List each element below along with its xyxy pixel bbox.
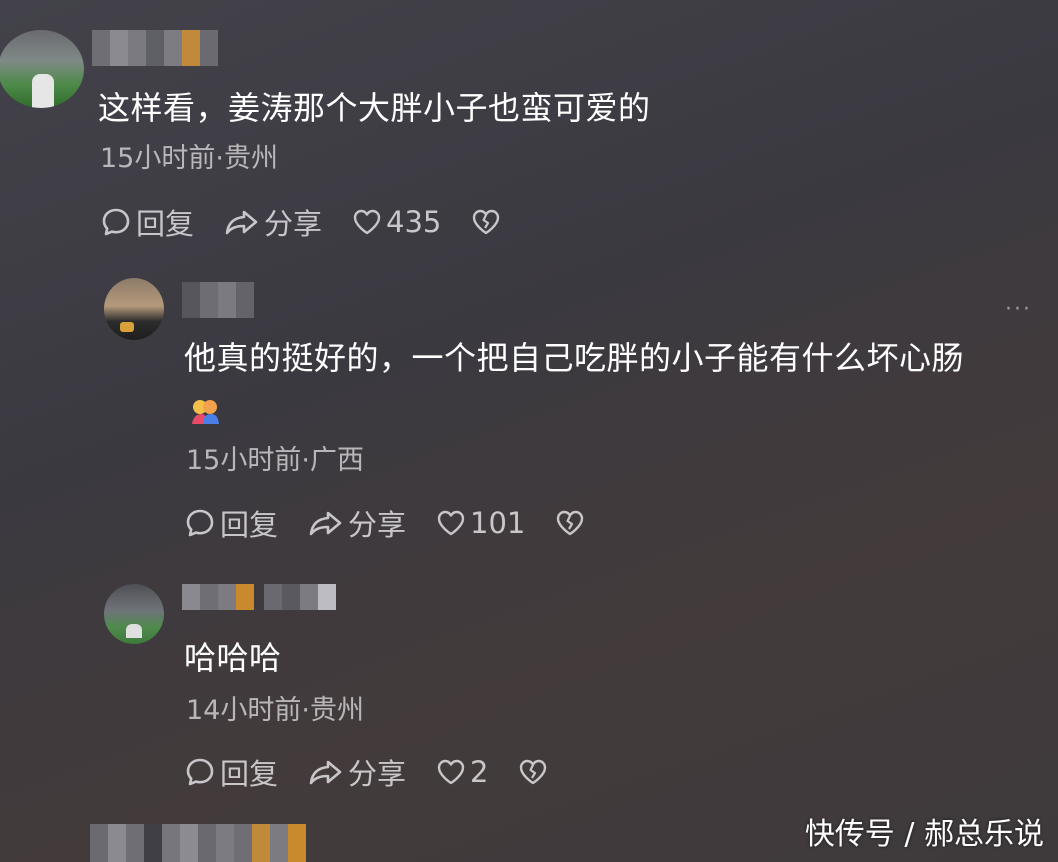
- comment-actions: 回复 分享 2: [184, 752, 578, 792]
- like-button[interactable]: 435: [352, 205, 441, 239]
- like-button[interactable]: 101: [436, 506, 525, 540]
- comment-text: 他真的挺好的，一个把自己吃胖的小子能有什么坏心肠: [184, 339, 965, 377]
- comment-meta: 15小时前·贵州: [100, 143, 278, 174]
- like-count: 2: [470, 755, 489, 789]
- heart-icon: [437, 510, 465, 536]
- avatar[interactable]: [0, 30, 84, 108]
- like-count: 435: [386, 205, 442, 239]
- like-button[interactable]: 2: [436, 755, 488, 789]
- comment-meta: 14小时前·贵州: [186, 695, 364, 726]
- dislike-button[interactable]: [518, 757, 548, 787]
- broken-heart-icon: [557, 510, 584, 536]
- hugging-couple-emoji: [192, 400, 219, 424]
- reply-label: 回复: [220, 757, 279, 791]
- comment-actions: 回复 分享 101: [184, 503, 615, 543]
- reply-label: 回复: [220, 508, 279, 542]
- share-label: 分享: [264, 207, 323, 241]
- share-button[interactable]: 分享: [308, 502, 406, 544]
- like-count: 101: [470, 506, 526, 540]
- reply-button[interactable]: 回复: [100, 201, 194, 243]
- comment-bubble-icon: [102, 208, 130, 236]
- avatar[interactable]: [104, 278, 164, 340]
- share-label: 分享: [348, 757, 407, 791]
- share-label: 分享: [348, 508, 407, 542]
- username-blurred[interactable]: [182, 282, 254, 318]
- broken-heart-icon: [473, 209, 500, 235]
- dislike-button[interactable]: [471, 207, 501, 237]
- reply-button[interactable]: 回复: [184, 751, 278, 793]
- share-arrow-icon: [225, 210, 258, 235]
- comment-meta: 15小时前·广西: [186, 445, 364, 476]
- dislike-button[interactable]: [555, 508, 585, 538]
- heart-icon: [437, 759, 465, 785]
- avatar[interactable]: [104, 584, 164, 644]
- broken-heart-icon: [520, 759, 547, 785]
- share-arrow-icon: [309, 760, 342, 785]
- watermark: 快传号 / 郝总乐说: [804, 817, 1044, 852]
- share-button[interactable]: 分享: [224, 201, 322, 243]
- username-blurred[interactable]: [92, 30, 218, 66]
- comment-text: 这样看，姜涛那个大胖小子也蛮可爱的: [98, 89, 651, 127]
- comment-bubble-icon: [186, 758, 214, 786]
- reply-button[interactable]: 回复: [184, 502, 278, 544]
- username-blurred[interactable]: [182, 584, 336, 610]
- more-options-button[interactable]: ···: [1005, 299, 1032, 321]
- comment-actions: 回复 分享 435: [100, 202, 531, 242]
- share-button[interactable]: 分享: [308, 751, 406, 793]
- share-arrow-icon: [309, 511, 342, 536]
- comment-bubble-icon: [186, 509, 214, 537]
- reply-label: 回复: [136, 207, 195, 241]
- heart-icon: [353, 209, 381, 235]
- comment-text: 哈哈哈: [184, 639, 282, 677]
- next-comment-blurred: [90, 824, 306, 862]
